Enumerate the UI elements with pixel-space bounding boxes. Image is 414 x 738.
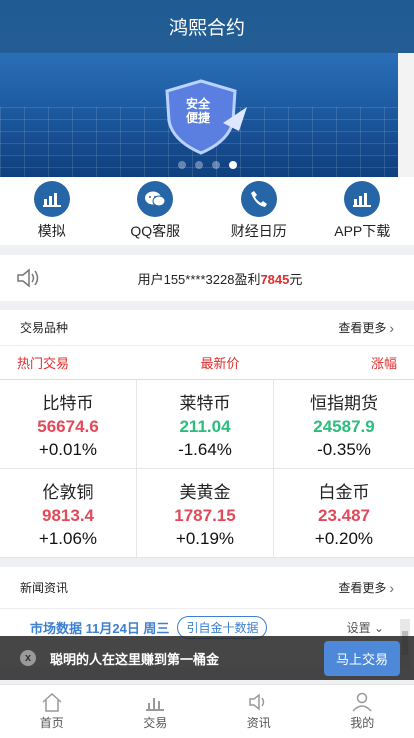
tab-label: 我的 (350, 716, 375, 730)
product-name: 恒指期货 (310, 393, 378, 413)
quick-link-calendar[interactable]: 财经日历 (207, 177, 311, 245)
product-grid: 比特币 56674.6 +0.01% 莱特币 211.04 -1.64% 恒指期… (0, 380, 414, 558)
profit-amount: 7845 (260, 271, 290, 287)
product-name: 白金币 (318, 482, 370, 502)
trading-section: 交易品种 查看更多 › 热门交易 最新价 涨幅 比特币 56674.6 +0.01… (0, 310, 414, 558)
tab-label: 交易 (143, 716, 168, 730)
quick-link-label: 模拟 (37, 223, 66, 239)
popup-text: 聪明的人在这里赚到第一桶金 (50, 651, 220, 667)
app-header: 鸿熙合约 (0, 0, 414, 53)
product-card[interactable]: 比特币 56674.6 +0.01% (0, 380, 137, 469)
product-card[interactable]: 莱特币 211.04 -1.64% (137, 380, 274, 469)
news-header: 新闻资讯 查看更多 › (0, 567, 414, 609)
section-title: 交易品种 (20, 321, 69, 335)
quick-link-label: APP下载 (334, 223, 391, 239)
product-card[interactable]: 伦敦铜 9813.4 +1.06% (0, 469, 137, 558)
chart-icon (344, 181, 381, 217)
product-card[interactable]: 恒指期货 24587.9 -0.35% (274, 380, 414, 469)
banner-edge (398, 53, 414, 177)
product-price: 1787.15 (174, 505, 236, 525)
product-card[interactable]: 美黄金 1787.15 +0.19% (137, 469, 274, 558)
speaker-icon (17, 268, 39, 288)
quick-link-label: 财经日历 (230, 223, 287, 239)
product-change: -0.35% (317, 439, 371, 459)
shield-label: 安全 便捷 (185, 97, 210, 125)
product-name: 莱特币 (179, 393, 231, 413)
carousel-dot[interactable] (211, 161, 220, 169)
tab-trade[interactable]: 交易 (104, 685, 208, 738)
product-name: 伦敦铜 (42, 482, 94, 502)
product-change: +1.06% (38, 528, 98, 548)
trading-header: 交易品种 查看更多 › (0, 310, 414, 346)
product-card[interactable]: 白金币 23.487 +0.20% (274, 469, 414, 558)
quick-link-label: QQ客服 (130, 223, 181, 239)
page-title: 鸿熙合约 (168, 18, 245, 39)
chevron-right-icon: › (389, 319, 394, 336)
profit-notice: 用户155****3228盈利7845元 (0, 255, 414, 301)
tab-news[interactable]: 资讯 (207, 685, 311, 738)
trade-now-button[interactable]: 马上交易 (323, 640, 400, 676)
product-name: 美黄金 (179, 482, 231, 502)
close-icon[interactable]: x (20, 650, 36, 666)
user-icon (352, 692, 372, 712)
tab-label: 资讯 (246, 716, 271, 730)
phone-icon (240, 181, 277, 217)
chart-icon (146, 698, 165, 711)
speaker-icon (249, 693, 264, 711)
section-title: 新闻资讯 (20, 581, 69, 595)
product-change: -1.64% (178, 439, 232, 459)
product-price: 23.487 (318, 505, 370, 525)
carousel-dot[interactable] (177, 161, 186, 169)
product-price: 24587.9 (313, 416, 375, 436)
bottom-tab-bar: 首页 交易 资讯 我的 (0, 684, 414, 738)
carousel-dots (0, 161, 414, 169)
product-change: +0.20% (314, 528, 374, 548)
product-price: 56674.6 (37, 416, 99, 436)
product-name: 比特币 (42, 393, 94, 413)
view-more-link[interactable]: 查看更多 › (338, 319, 394, 336)
chart-icon (33, 181, 70, 217)
promo-popup: x 聪明的人在这里赚到第一桶金 马上交易 (0, 636, 414, 680)
tab-label: 首页 (39, 716, 64, 730)
quick-link-qq-service[interactable]: QQ客服 (104, 177, 208, 245)
column-headers: 热门交易 最新价 涨幅 (0, 346, 414, 380)
home-icon (42, 692, 62, 712)
carousel-dot-active[interactable] (228, 161, 237, 169)
promo-banner[interactable]: 安全 便捷 (0, 53, 414, 177)
chevron-right-icon: › (389, 579, 394, 596)
column-latest-price: 最新价 (200, 356, 240, 371)
quick-link-simulate[interactable]: 模拟 (0, 177, 104, 245)
column-change: 涨幅 (370, 356, 397, 371)
tab-home[interactable]: 首页 (0, 685, 104, 738)
settings-dropdown[interactable]: 设置 ⌄ (347, 619, 384, 636)
chevron-down-icon: ⌄ (373, 620, 384, 635)
product-change: +0.01% (38, 439, 98, 459)
notice-text: 用户155****3228盈利7845元 (137, 271, 303, 287)
product-change: +0.19% (175, 528, 235, 548)
column-hot: 热门交易 (17, 356, 70, 371)
quick-links: 模拟 QQ客服 财经日历 APP下载 (0, 177, 414, 245)
product-price: 211.04 (179, 416, 231, 436)
view-more-link[interactable]: 查看更多 › (338, 579, 394, 596)
product-price: 9813.4 (42, 505, 94, 525)
quick-link-app-download[interactable]: APP下载 (311, 177, 414, 245)
market-data-title: 市场数据 11月24日 周三 (30, 620, 170, 636)
chat-icon (137, 181, 174, 217)
carousel-dot[interactable] (194, 161, 203, 169)
tab-mine[interactable]: 我的 (311, 685, 414, 738)
